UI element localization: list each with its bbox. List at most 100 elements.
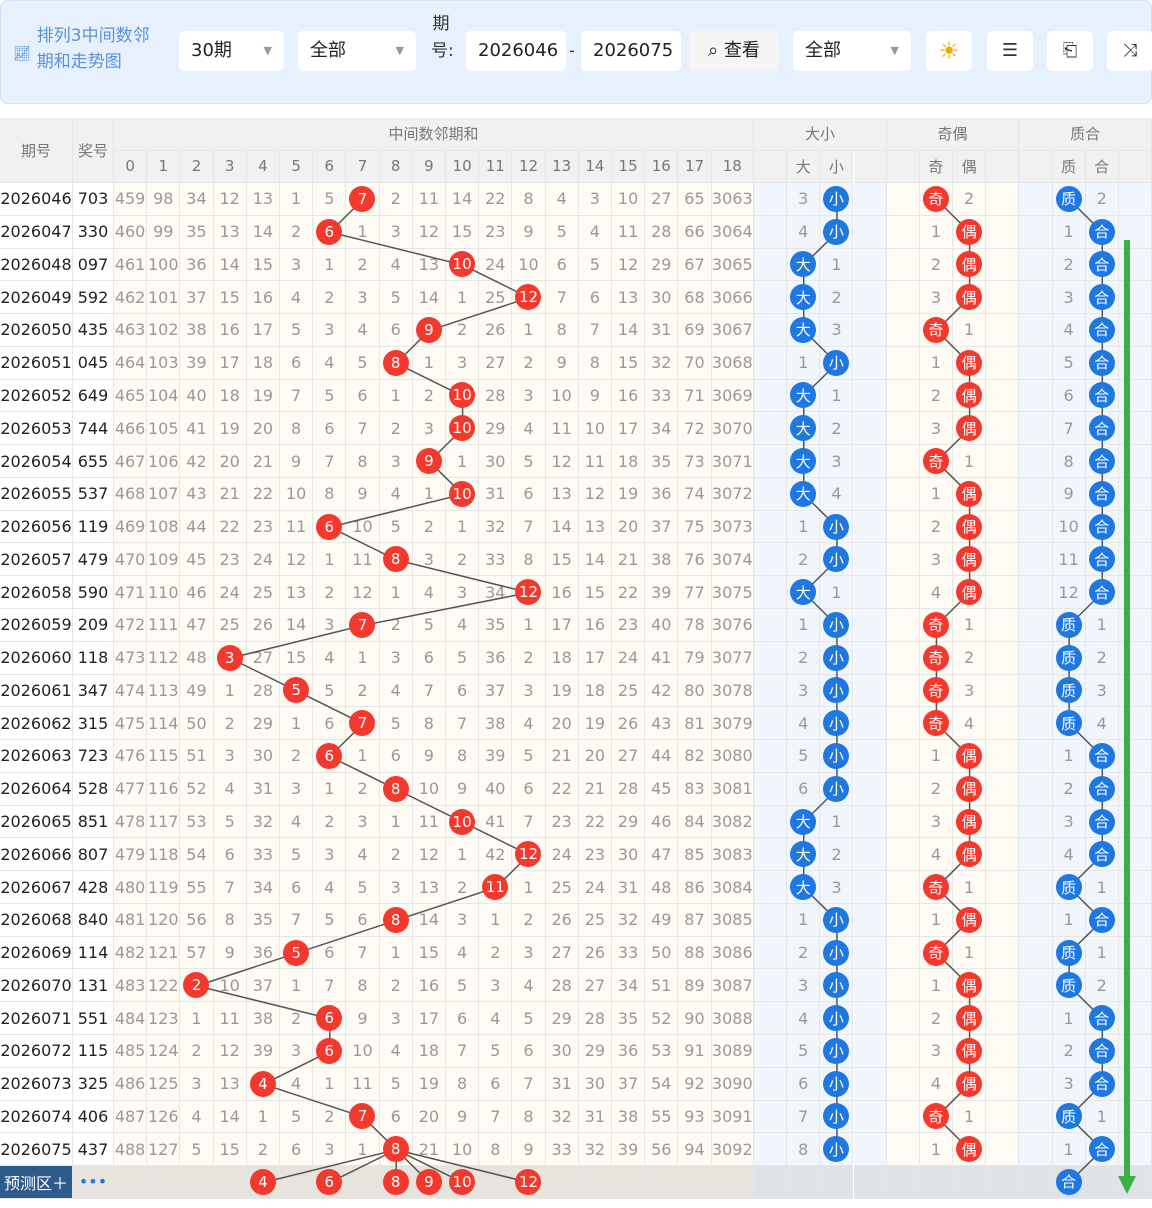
value-cell: 3 — [412, 412, 446, 446]
value-cell: 8 — [346, 969, 380, 1003]
period-count-select[interactable]: 30期 ▼ — [179, 31, 284, 71]
value-cell: 3086 — [711, 936, 754, 970]
value-cell: 1 — [512, 314, 546, 347]
header-col-8: 8 — [379, 150, 413, 183]
bs-ball: 大 — [790, 841, 817, 868]
predict-cell — [545, 1166, 579, 1199]
value-cell: 47 — [180, 609, 214, 642]
oe-ball: 偶 — [956, 1070, 983, 1097]
value-cell: 9 — [280, 445, 314, 478]
value-cell: 41 — [479, 805, 513, 839]
sun-icon[interactable]: ☀ — [926, 31, 972, 71]
prize-cell: 435 — [73, 314, 114, 347]
bs-cell: 1 — [787, 609, 821, 642]
exit-icon[interactable]: ⎗ — [1047, 31, 1093, 71]
oe-cell: 偶 — [953, 379, 987, 413]
value-cell: 11 — [280, 510, 314, 544]
value-cell: 1 — [446, 445, 480, 478]
hit-ball: 8 — [382, 906, 409, 933]
prize-cell: 114 — [73, 936, 114, 970]
value-cell: 2 — [246, 1133, 280, 1167]
value-cell: 33 — [645, 379, 679, 413]
blank-cell — [853, 1035, 887, 1068]
value-cell: 12 — [512, 838, 546, 872]
value-cell: 17 — [578, 641, 612, 675]
pc-ball: 合 — [1088, 448, 1115, 475]
shuffle-icon[interactable]: ⤨ — [1107, 31, 1152, 71]
hit-ball: 12 — [515, 579, 542, 606]
predict-cell — [986, 1166, 1020, 1199]
header-sub: 奇 — [919, 150, 953, 183]
predict-cell — [1118, 1166, 1152, 1199]
more-button[interactable]: ••• — [73, 1166, 114, 1199]
blank-cell — [1019, 1100, 1053, 1134]
value-cell: 15 — [545, 543, 579, 577]
value-cell: 5 — [512, 1002, 546, 1036]
period-to-input[interactable]: 2026075 — [581, 31, 681, 71]
value-cell: 41 — [180, 412, 214, 446]
bs-cell: 大 — [787, 248, 821, 282]
value-cell: 39 — [479, 740, 513, 773]
predict-area-button[interactable]: 预测区＋ — [0, 1166, 73, 1199]
value-cell: 3 — [313, 838, 347, 872]
value-cell: 3082 — [711, 805, 754, 839]
bs-ball: 大 — [790, 316, 817, 343]
oe-ball: 偶 — [956, 480, 983, 507]
period-cell: 2026068 — [0, 903, 73, 937]
value-cell: 3070 — [711, 412, 754, 446]
blank-cell — [886, 412, 920, 446]
blank-cell — [1118, 641, 1152, 675]
hit-ball: 10 — [449, 251, 476, 278]
value-cell: 4 — [180, 1100, 214, 1134]
pc-cell: 质 — [1052, 641, 1086, 675]
value-cell: 1 — [479, 903, 513, 937]
value-cell: 25 — [479, 281, 513, 315]
value-cell: 26 — [545, 903, 579, 937]
bs-cell: 小 — [820, 641, 854, 675]
value-cell: 467 — [114, 445, 148, 478]
prize-cell: 528 — [73, 772, 114, 806]
list-icon[interactable]: ☰ — [987, 31, 1033, 71]
blank-cell — [1019, 379, 1053, 413]
pc-cell: 合 — [1085, 477, 1119, 511]
value-cell: 3090 — [711, 1067, 754, 1101]
blank-cell — [1118, 445, 1152, 478]
value-cell: 5 — [578, 248, 612, 282]
value-cell: 8 — [346, 445, 380, 478]
value-cell: 37 — [180, 281, 214, 315]
bs-ball: 大 — [790, 284, 817, 311]
value-cell: 5 — [446, 969, 480, 1003]
value-cell: 1 — [512, 871, 546, 904]
filter-select[interactable]: 全部 ▼ — [298, 31, 416, 71]
value-cell: 7 — [512, 1067, 546, 1101]
predict-cell — [213, 1166, 247, 1199]
pc-ball: 合 — [1088, 1005, 1115, 1032]
value-cell: 39 — [612, 1133, 646, 1167]
period-from-input[interactable]: 2026046 — [466, 31, 566, 71]
value-cell: 28 — [545, 969, 579, 1003]
query-button[interactable]: ⌕ 查看 — [689, 31, 779, 71]
pc-ball: 合 — [1088, 579, 1115, 606]
value-cell: 90 — [678, 1002, 712, 1036]
value-cell: 9 — [213, 936, 247, 970]
prize-cell: 347 — [73, 674, 114, 708]
value-cell: 4 — [545, 183, 579, 216]
chevron-down-icon: ▼ — [263, 44, 272, 57]
value-cell: 14 — [578, 543, 612, 577]
value-cell: 46 — [645, 805, 679, 839]
value-cell: 7 — [346, 412, 380, 446]
blank-cell — [1019, 314, 1053, 347]
blank-cell — [886, 215, 920, 249]
header-col-11: 11 — [479, 150, 513, 183]
value-cell: 2 — [512, 346, 546, 380]
prize-cell: 744 — [73, 412, 114, 446]
period-cell: 2026066 — [0, 838, 73, 872]
value-cell: 11 — [545, 412, 579, 446]
filter2-select[interactable]: 全部 ▼ — [793, 31, 911, 71]
value-cell: 14 — [545, 510, 579, 544]
predict-cell — [1085, 1166, 1119, 1199]
value-cell: 10 — [512, 248, 546, 282]
value-cell: 1 — [446, 838, 480, 872]
value-cell: 10 — [346, 1035, 380, 1068]
bs-cell: 3 — [787, 183, 821, 216]
